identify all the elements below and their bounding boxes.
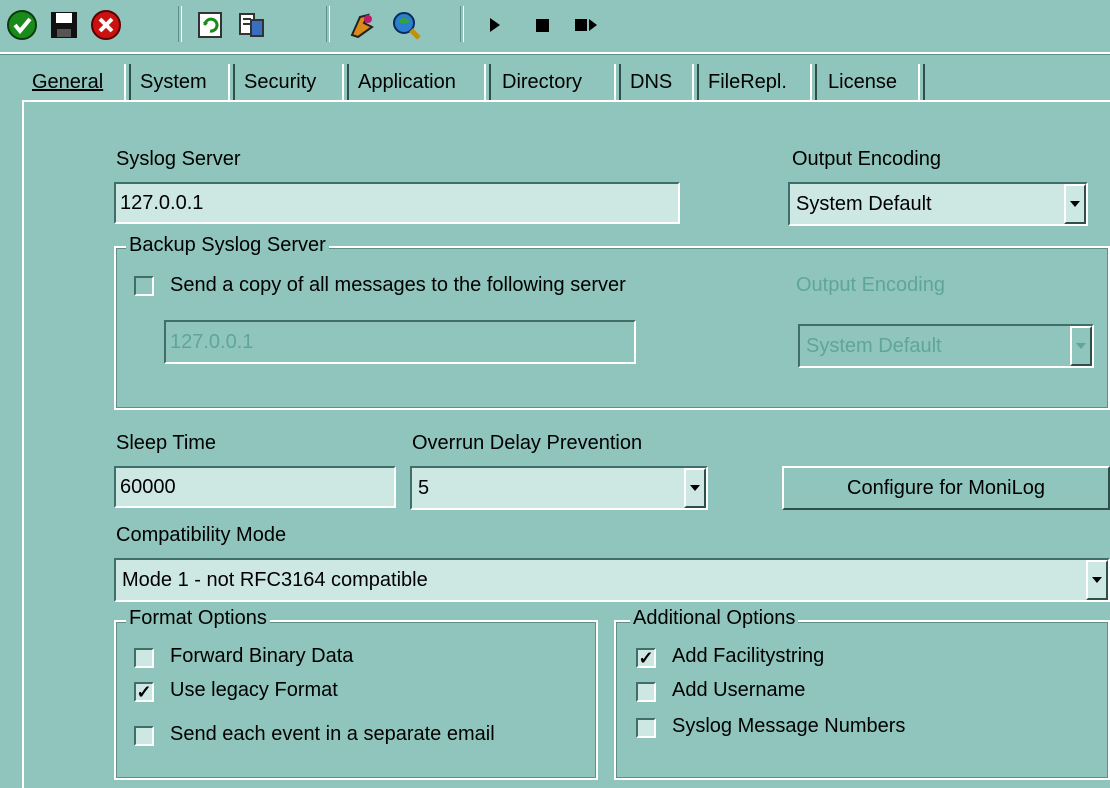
tab-divider [918, 64, 925, 100]
tab-application-label: Application [358, 70, 456, 93]
legacy-format-label: Use legacy Format [170, 679, 338, 701]
tab-divider [484, 64, 491, 100]
tab-license-label: License [828, 70, 897, 93]
globe-search-icon[interactable] [386, 6, 426, 44]
sleep-time-input[interactable]: 60000 [114, 466, 396, 508]
tab-divider [228, 64, 235, 100]
toolbar-separator [326, 6, 330, 42]
skip-icon[interactable] [566, 6, 606, 44]
save-icon[interactable] [44, 6, 84, 44]
chevron-down-icon[interactable] [1070, 326, 1092, 366]
chevron-down-icon[interactable] [1064, 184, 1086, 224]
output-encoding-label: Output Encoding [792, 148, 941, 170]
tab-divider [342, 64, 349, 100]
send-copy-label: Send a copy of all messages to the follo… [170, 274, 626, 296]
sleep-time-label: Sleep Time [116, 432, 217, 454]
tab-strip-line [22, 100, 1110, 102]
separate-email-label: Send each event in a separate email [170, 723, 495, 745]
backup-server-input[interactable]: 127.0.0.1 [164, 320, 636, 364]
register-icon[interactable] [232, 6, 272, 44]
add-facilitystring-label: Add Facilitystring [672, 645, 825, 667]
output-encoding-value: System Default [796, 192, 932, 215]
toolbar [0, 0, 1110, 54]
backup-server-value: 127.0.0.1 [170, 330, 254, 353]
chevron-down-icon[interactable] [684, 468, 706, 508]
tab-security[interactable]: Security [238, 64, 322, 100]
add-username-label: Add Username [672, 679, 806, 701]
sleep-time-value: 60000 [120, 475, 176, 498]
send-copy-checkbox[interactable] [134, 276, 154, 296]
check-icon: ✓ [638, 648, 654, 668]
tab-application[interactable]: Application [352, 64, 462, 100]
tab-system[interactable]: System [134, 64, 213, 100]
tab-divider [614, 64, 621, 100]
refresh-icon[interactable] [190, 6, 230, 44]
legacy-format-checkbox[interactable]: ✓ [134, 682, 154, 702]
stop-icon[interactable] [522, 6, 562, 44]
overrun-delay-value: 5 [418, 476, 430, 499]
forward-binary-label: Forward Binary Data [170, 645, 354, 667]
syslog-server-label: Syslog Server [116, 148, 241, 170]
syslog-server-input[interactable]: 127.0.0.1 [114, 182, 680, 224]
tab-divider [124, 64, 131, 100]
chevron-down-icon[interactable] [1086, 560, 1108, 600]
add-username-checkbox[interactable] [636, 682, 656, 702]
separate-email-checkbox[interactable] [134, 726, 154, 746]
backup-output-encoding-value: System Default [806, 334, 942, 357]
tab-divider [810, 64, 817, 100]
tab-general[interactable]: General [26, 64, 110, 100]
configure-monilog-button[interactable]: Configure for MoniLog [782, 466, 1110, 510]
syslog-server-value: 127.0.0.1 [120, 191, 204, 214]
output-encoding-select[interactable]: System Default [788, 182, 1088, 226]
toolbar-separator [460, 6, 464, 42]
tab-license[interactable]: License [822, 64, 903, 100]
additional-options-title: Additional Options [630, 607, 799, 630]
tab-filerepl[interactable]: FileRepl. [702, 64, 793, 100]
tab-security-label: Security [244, 70, 317, 93]
tab-system-label: System [140, 70, 207, 93]
ok-icon[interactable] [2, 6, 42, 44]
tab-directory-label: Directory [502, 70, 583, 93]
syslog-message-numbers-label: Syslog Message Numbers [672, 715, 906, 737]
tab-general-label: General [32, 70, 104, 93]
backup-output-encoding-label: Output Encoding [796, 274, 945, 296]
backup-output-encoding-select[interactable]: System Default [798, 324, 1094, 368]
play-icon[interactable] [474, 6, 514, 44]
format-options-title: Format Options [126, 607, 270, 630]
cancel-icon[interactable] [86, 6, 126, 44]
tab-divider [692, 64, 699, 100]
tab-filerepl-label: FileRepl. [708, 70, 787, 93]
check-icon: ✓ [136, 682, 152, 702]
syslog-message-numbers-checkbox[interactable] [636, 718, 656, 738]
debug-icon[interactable] [342, 6, 382, 44]
tab-dns[interactable]: DNS [624, 64, 678, 100]
compatibility-mode-value: Mode 1 - not RFC3164 compatible [122, 568, 428, 591]
compatibility-mode-select[interactable]: Mode 1 - not RFC3164 compatible [114, 558, 1110, 602]
forward-binary-checkbox[interactable] [134, 648, 154, 668]
tab-dns-label: DNS [630, 70, 673, 93]
add-facilitystring-checkbox[interactable]: ✓ [636, 648, 656, 668]
overrun-delay-select[interactable]: 5 [410, 466, 708, 510]
tab-directory[interactable]: Directory [496, 64, 588, 100]
backup-syslog-title: Backup Syslog Server [126, 234, 329, 257]
panel-edge [22, 100, 24, 788]
toolbar-separator [178, 6, 182, 42]
overrun-delay-label: Overrun Delay Prevention [412, 432, 643, 454]
compatibility-mode-label: Compatibility Mode [116, 524, 287, 546]
